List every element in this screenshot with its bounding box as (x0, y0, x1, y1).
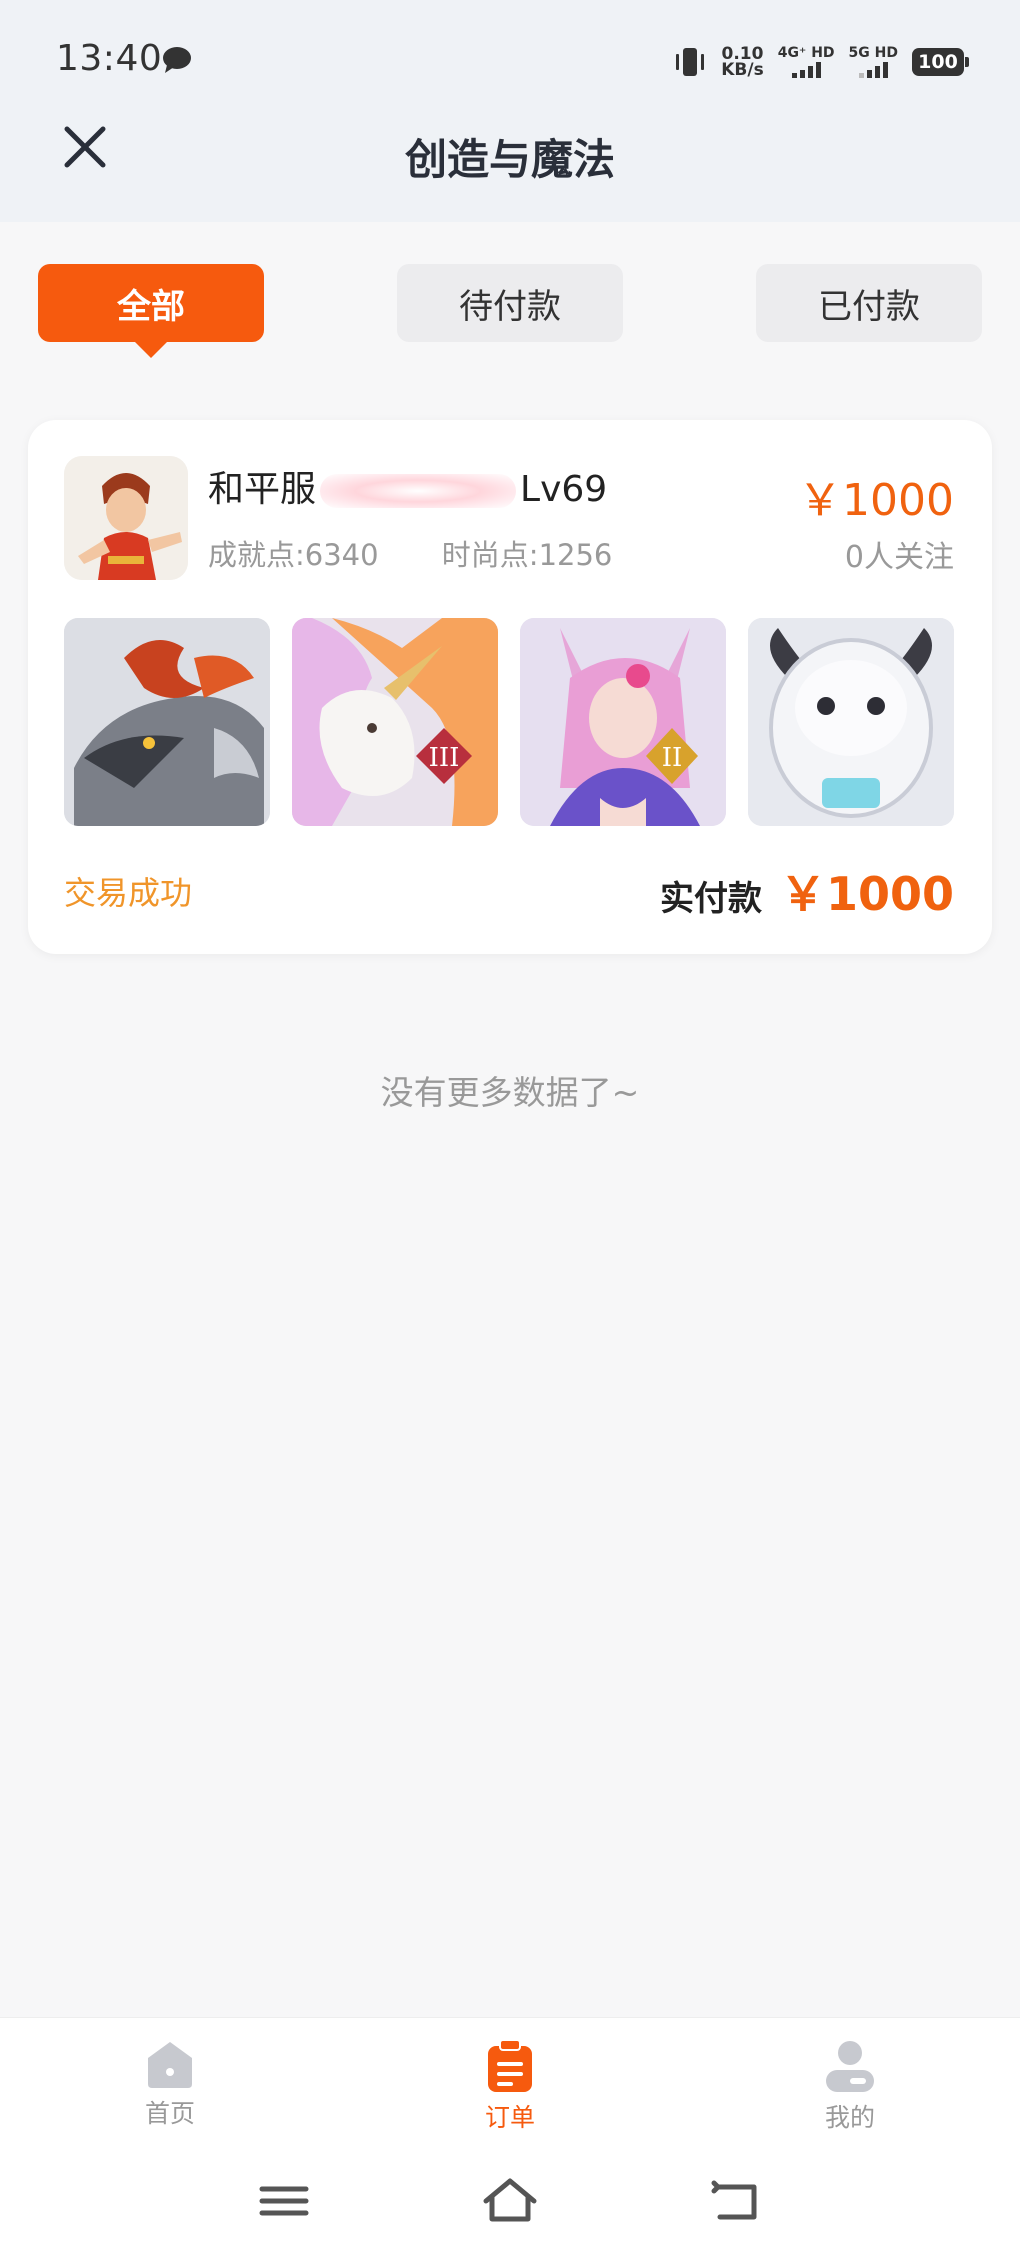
status-time: 13:40 (56, 38, 163, 79)
nav-item-home[interactable]: 首页 (100, 2038, 240, 2134)
account-level: Lv69 (520, 469, 608, 510)
account-name: 和平服 Lv69 (208, 460, 607, 512)
sim1-signal: 4G⁺ HD (778, 46, 835, 78)
rank-badge-2: II (662, 743, 683, 773)
paid-amount-row: 实付款 ￥1000 (660, 858, 954, 924)
sim2-label: 5G HD (848, 45, 898, 61)
list-end-message: 没有更多数据了~ (380, 1073, 640, 1112)
order-status: 交易成功 (64, 874, 193, 912)
back-icon[interactable] (706, 2173, 766, 2229)
achievement-points: 成就点:6340 (208, 538, 379, 572)
page-title: 创造与魔法 (404, 135, 615, 184)
order-list-icon (488, 2039, 532, 2092)
paid-label: 实付款 (659, 879, 762, 919)
signal-bars-icon (858, 62, 888, 78)
bottom-nav: 首页 订单 我的 (0, 2017, 1020, 2135)
battery-level: 100 (918, 51, 958, 73)
redacted-name-mask (320, 474, 517, 508)
top-bar: 13:40 0.10 KB/s 4G⁺ HD 5G HD 100 创造与魔法 (0, 0, 1020, 222)
paid-amount: ￥1000 (779, 867, 954, 921)
tab-pending-payment[interactable]: 待付款 (397, 264, 623, 342)
home-icon (148, 2042, 192, 2088)
vibrate-icon (676, 48, 705, 76)
followers-count: 0人关注 (844, 540, 954, 575)
thumbnail-unicorn-mount[interactable]: III (292, 618, 498, 826)
home-icon[interactable] (480, 2173, 540, 2229)
nav-label-orders: 订单 (484, 2103, 535, 2132)
thumbnail-white-creature-pet[interactable] (748, 618, 954, 826)
thumbnail-fox-spirit-character[interactable]: II (520, 618, 726, 826)
nav-item-orders[interactable]: 订单 (440, 2038, 580, 2134)
order-filter-tabs: 全部 待付款 已付款 (0, 264, 1020, 364)
order-card[interactable]: 和平服 Lv69 成就点:6340 时尚点:1256 ￥1000 0人关注 II… (28, 420, 992, 954)
account-name-prefix: 和平服 (208, 469, 317, 510)
signal-bars-icon (791, 62, 821, 78)
tab-paid[interactable]: 已付款 (756, 264, 982, 342)
status-bar: 13:40 0.10 KB/s 4G⁺ HD 5G HD 100 (0, 0, 1020, 120)
nav-label-home: 首页 (144, 2099, 195, 2128)
rank-badge-3: III (429, 743, 460, 773)
nav-label-profile: 我的 (824, 2103, 875, 2132)
profile-icon (826, 2041, 874, 2092)
battery-icon: 100 (912, 48, 969, 76)
sim1-label: 4G⁺ HD (777, 45, 835, 61)
account-avatar (64, 456, 188, 580)
system-nav-bar (0, 2135, 1020, 2267)
message-notification-icon (163, 47, 191, 73)
sim2-signal: 5G HD (849, 46, 898, 78)
nav-header: 创造与魔法 (0, 112, 1020, 222)
network-speed-unit: KB/s (721, 60, 764, 80)
nav-item-profile[interactable]: 我的 (780, 2038, 920, 2134)
status-indicators: 0.10 KB/s 4G⁺ HD 5G HD 100 (673, 40, 969, 84)
listing-price: ￥1000 (798, 475, 954, 526)
account-stats: 成就点:6340 时尚点:1256 (208, 532, 666, 574)
tab-all[interactable]: 全部 (38, 264, 264, 358)
network-speed: 0.10 KB/s (721, 46, 764, 80)
menu-icon[interactable] (254, 2173, 314, 2229)
thumbnail-dragon-mount[interactable] (64, 618, 270, 826)
item-thumbnails: III II (64, 618, 956, 828)
fashion-points: 时尚点:1256 (441, 538, 613, 572)
